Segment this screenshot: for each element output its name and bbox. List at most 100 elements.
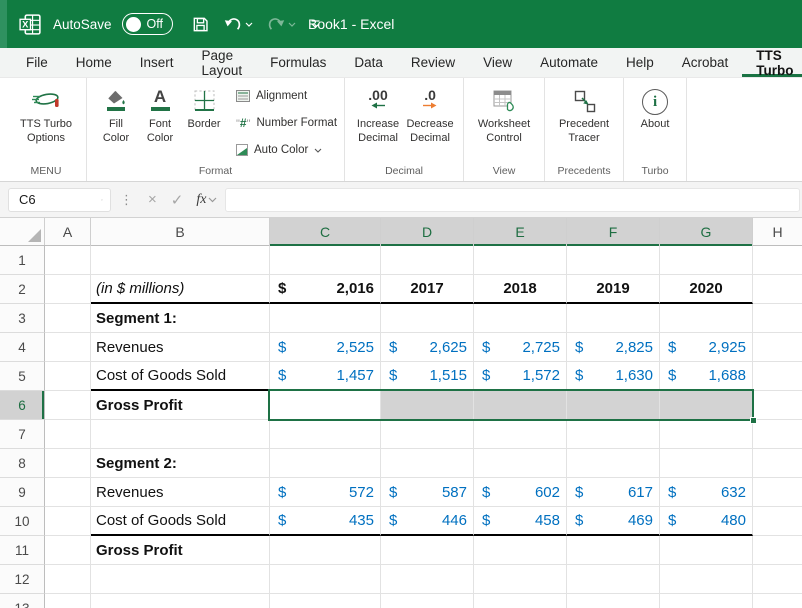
row-header-6[interactable]: 6 xyxy=(0,391,45,420)
tab-page-layout[interactable]: Page Layout xyxy=(188,48,257,77)
row-header-9[interactable]: 9 xyxy=(0,478,45,507)
cell-C1[interactable] xyxy=(270,246,381,275)
row-header-4[interactable]: 4 xyxy=(0,333,45,362)
cell-C7[interactable] xyxy=(270,420,381,449)
row-header-3[interactable]: 3 xyxy=(0,304,45,333)
cell-G9[interactable]: $632 xyxy=(660,478,753,507)
cell-B9[interactable]: Revenues xyxy=(91,478,270,507)
cell-B13[interactable] xyxy=(91,594,270,608)
precedent-tracer-button[interactable]: Precedent Tracer xyxy=(552,83,616,146)
decrease-decimal-button[interactable]: .0 Decrease Decimal xyxy=(404,83,456,146)
cell-D7[interactable] xyxy=(381,420,474,449)
formula-bar-grip[interactable]: ⋮ xyxy=(111,192,141,208)
tab-acrobat[interactable]: Acrobat xyxy=(668,48,743,77)
cell-H11[interactable] xyxy=(753,536,802,565)
column-header-d[interactable]: D xyxy=(381,218,474,246)
cell-D6[interactable] xyxy=(381,391,474,420)
tab-formulas[interactable]: Formulas xyxy=(256,48,340,77)
cell-D8[interactable] xyxy=(381,449,474,478)
cell-G3[interactable] xyxy=(660,304,753,333)
tab-view[interactable]: View xyxy=(469,48,526,77)
cell-E4[interactable]: $2,725 xyxy=(474,333,567,362)
cell-F5[interactable]: $1,630 xyxy=(567,362,660,391)
cell-G7[interactable] xyxy=(660,420,753,449)
tab-tts-turbo[interactable]: TTS Turbo xyxy=(742,48,802,77)
formula-input[interactable] xyxy=(225,188,800,212)
excel-app-icon[interactable]: X xyxy=(18,12,43,37)
cell-D12[interactable] xyxy=(381,565,474,594)
cell-C8[interactable] xyxy=(270,449,381,478)
cell-G5[interactable]: $1,688 xyxy=(660,362,753,391)
cell-G4[interactable]: $2,925 xyxy=(660,333,753,362)
tab-home[interactable]: Home xyxy=(62,48,126,77)
cell-C10[interactable]: $435 xyxy=(270,507,381,536)
column-header-f[interactable]: F xyxy=(567,218,660,246)
cell-G2[interactable]: 2020 xyxy=(660,275,753,304)
tab-help[interactable]: Help xyxy=(612,48,668,77)
cell-E2[interactable]: 2018 xyxy=(474,275,567,304)
save-button[interactable] xyxy=(191,15,210,34)
cell-F11[interactable] xyxy=(567,536,660,565)
cell-F6[interactable] xyxy=(567,391,660,420)
cell-A8[interactable] xyxy=(45,449,91,478)
row-header-12[interactable]: 12 xyxy=(0,565,45,594)
cell-D13[interactable] xyxy=(381,594,474,608)
cell-E10[interactable]: $458 xyxy=(474,507,567,536)
cell-A11[interactable] xyxy=(45,536,91,565)
increase-decimal-button[interactable]: .00 Increase Decimal xyxy=(352,83,404,146)
cell-B2[interactable]: (in $ millions) xyxy=(91,275,270,304)
cell-B6[interactable]: Gross Profit xyxy=(91,391,270,420)
cell-B7[interactable] xyxy=(91,420,270,449)
cell-B5[interactable]: Cost of Goods Sold xyxy=(91,362,270,391)
column-header-c[interactable]: C xyxy=(270,218,381,246)
cell-E6[interactable] xyxy=(474,391,567,420)
cell-F13[interactable] xyxy=(567,594,660,608)
cell-E11[interactable] xyxy=(474,536,567,565)
cell-F1[interactable] xyxy=(567,246,660,275)
border-button[interactable]: Border xyxy=(182,83,226,132)
cell-C6-active[interactable] xyxy=(270,391,381,420)
cell-F8[interactable] xyxy=(567,449,660,478)
tab-review[interactable]: Review xyxy=(397,48,469,77)
undo-button[interactable] xyxy=(224,16,253,33)
cell-C2[interactable]: $2,016 xyxy=(270,275,381,304)
cell-E9[interactable]: $602 xyxy=(474,478,567,507)
about-button[interactable]: i About xyxy=(631,83,679,132)
cell-E3[interactable] xyxy=(474,304,567,333)
formula-bar-expand-icon[interactable] xyxy=(208,197,217,203)
cell-G1[interactable] xyxy=(660,246,753,275)
cell-C9[interactable]: $572 xyxy=(270,478,381,507)
cell-F9[interactable]: $617 xyxy=(567,478,660,507)
cell-D1[interactable] xyxy=(381,246,474,275)
cell-C11[interactable] xyxy=(270,536,381,565)
row-header-1[interactable]: 1 xyxy=(0,246,45,275)
cell-A7[interactable] xyxy=(45,420,91,449)
cell-H13[interactable] xyxy=(753,594,802,608)
column-header-a[interactable]: A xyxy=(45,218,91,246)
alignment-button[interactable]: Alignment xyxy=(236,85,337,107)
cell-H10[interactable] xyxy=(753,507,802,536)
autosave-toggle[interactable]: Off xyxy=(122,13,173,35)
row-header-10[interactable]: 10 xyxy=(0,507,45,536)
cell-D10[interactable]: $446 xyxy=(381,507,474,536)
cell-G11[interactable] xyxy=(660,536,753,565)
row-header-13[interactable]: 13 xyxy=(0,594,45,608)
column-header-b[interactable]: B xyxy=(91,218,270,246)
column-header-e[interactable]: E xyxy=(474,218,567,246)
row-header-8[interactable]: 8 xyxy=(0,449,45,478)
row-header-2[interactable]: 2 xyxy=(0,275,45,304)
cell-G12[interactable] xyxy=(660,565,753,594)
cell-A4[interactable] xyxy=(45,333,91,362)
column-header-h[interactable]: H xyxy=(753,218,802,246)
cell-F2[interactable]: 2019 xyxy=(567,275,660,304)
cell-E13[interactable] xyxy=(474,594,567,608)
cell-E8[interactable] xyxy=(474,449,567,478)
cell-D5[interactable]: $1,515 xyxy=(381,362,474,391)
cell-F4[interactable]: $2,825 xyxy=(567,333,660,362)
cell-B10[interactable]: Cost of Goods Sold xyxy=(91,507,270,536)
cell-H8[interactable] xyxy=(753,449,802,478)
number-format-button[interactable]: "#" Number Format xyxy=(236,112,337,134)
cell-F3[interactable] xyxy=(567,304,660,333)
cell-H3[interactable] xyxy=(753,304,802,333)
cell-D4[interactable]: $2,625 xyxy=(381,333,474,362)
